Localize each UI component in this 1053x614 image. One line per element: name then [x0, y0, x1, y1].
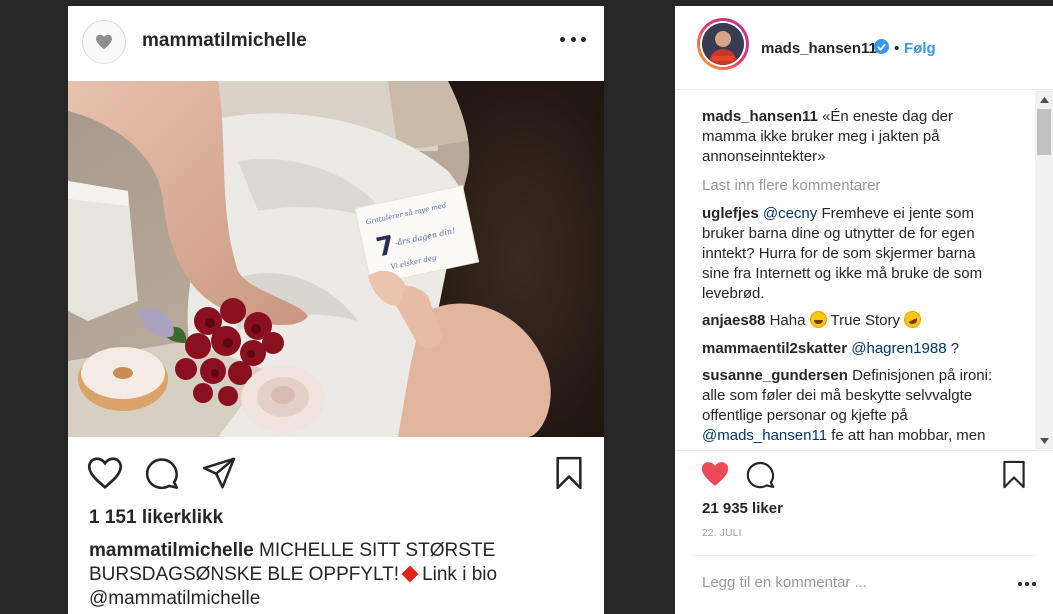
comment-text: ?: [950, 340, 960, 357]
panel-header: mads_hansen11 • Følg: [675, 6, 1053, 90]
comment-username[interactable]: mammaentil2skatter: [702, 340, 847, 357]
scroll-thumb[interactable]: [1037, 109, 1051, 155]
red-diamond-icon: [401, 565, 419, 583]
post-date[interactable]: 22. juli: [702, 528, 742, 539]
laughing-emoji-icon: [809, 311, 827, 328]
bookmark-icon[interactable]: [1002, 460, 1026, 494]
comment-item: mammaentil2skatter @hagren1988 ?: [702, 339, 1007, 359]
share-icon[interactable]: [202, 456, 236, 495]
embedded-post: mammatilmichelle Gratulerer så mye med 7…: [68, 6, 604, 614]
comment-username[interactable]: mads_hansen11: [702, 108, 818, 125]
panel-username[interactable]: mads_hansen11: [761, 40, 877, 57]
comment-icon[interactable]: [746, 460, 775, 494]
side-panel: mads_hansen11 • Følg mads_hansen11 «Én e…: [675, 6, 1053, 614]
post-photo[interactable]: Gratulerer så mye med 7 -års dagen din! …: [68, 81, 604, 437]
comment-text: Haha: [769, 312, 806, 329]
caption-link-text: Link i bio: [422, 564, 498, 585]
post-header: mammatilmichelle: [68, 6, 604, 80]
comment-item: anjaes88 Haha True Story: [702, 308, 1007, 331]
caption-mention[interactable]: @mammatilmichelle: [89, 588, 260, 609]
scroll-up-icon[interactable]: [1035, 91, 1053, 108]
comment-list[interactable]: mads_hansen11 «Én eneste dag der mamma i…: [675, 91, 1035, 449]
post-likes[interactable]: 1 151 likerklikk: [89, 507, 223, 529]
post-avatar[interactable]: [82, 20, 126, 64]
more-options-icon[interactable]: [560, 32, 586, 46]
post-caption: mammatilmichelle MICHELLE SITT STØRSTE B…: [89, 539, 589, 611]
comment-username[interactable]: uglefjes: [702, 205, 759, 222]
comment-mention[interactable]: @mads_hansen11: [702, 427, 827, 444]
comment-item: susanne_gundersen Definisjonen på ironi:…: [702, 366, 1007, 446]
heart-icon: [96, 34, 112, 50]
panel-actions: [675, 450, 1053, 501]
rofl-emoji-icon: [901, 308, 924, 331]
comment-text: fe att han mobbar, men: [831, 427, 986, 444]
heart-filled-icon[interactable]: [700, 460, 730, 493]
comment-mention[interactable]: @hagren1988: [851, 340, 946, 357]
add-comment-bar: [691, 555, 1037, 614]
comment-username[interactable]: susanne_gundersen: [702, 367, 848, 384]
caption-username[interactable]: mammatilmichelle: [89, 540, 254, 561]
comment-item: uglefjes @cecny Fremheve ei jente som br…: [702, 204, 1007, 304]
load-more-comments-link[interactable]: Last inn flere kommentarer: [702, 177, 880, 194]
comment-icon[interactable]: [145, 456, 179, 495]
follow-button[interactable]: Følg: [904, 40, 936, 57]
comment-mention[interactable]: @cecny: [763, 205, 817, 222]
add-comment-input[interactable]: [702, 574, 992, 591]
panel-likes[interactable]: 21 935 liker: [702, 500, 783, 517]
verified-badge-icon: [874, 39, 889, 54]
post-actions: [68, 450, 604, 494]
separator-dot: •: [894, 40, 900, 57]
comment-username[interactable]: anjaes88: [702, 312, 765, 329]
heart-icon[interactable]: [87, 456, 123, 495]
avatar: [702, 23, 744, 65]
comment-item: mads_hansen11 «Én eneste dag der mamma i…: [702, 107, 1007, 167]
post-username[interactable]: mammatilmichelle: [142, 30, 307, 52]
more-options-icon[interactable]: [1018, 582, 1036, 586]
bookmark-icon[interactable]: [554, 456, 584, 495]
story-ring[interactable]: [697, 18, 749, 70]
scroll-down-icon[interactable]: [1035, 432, 1053, 449]
comment-text: True Story: [830, 312, 900, 329]
comments-scrollbar[interactable]: [1035, 91, 1053, 449]
